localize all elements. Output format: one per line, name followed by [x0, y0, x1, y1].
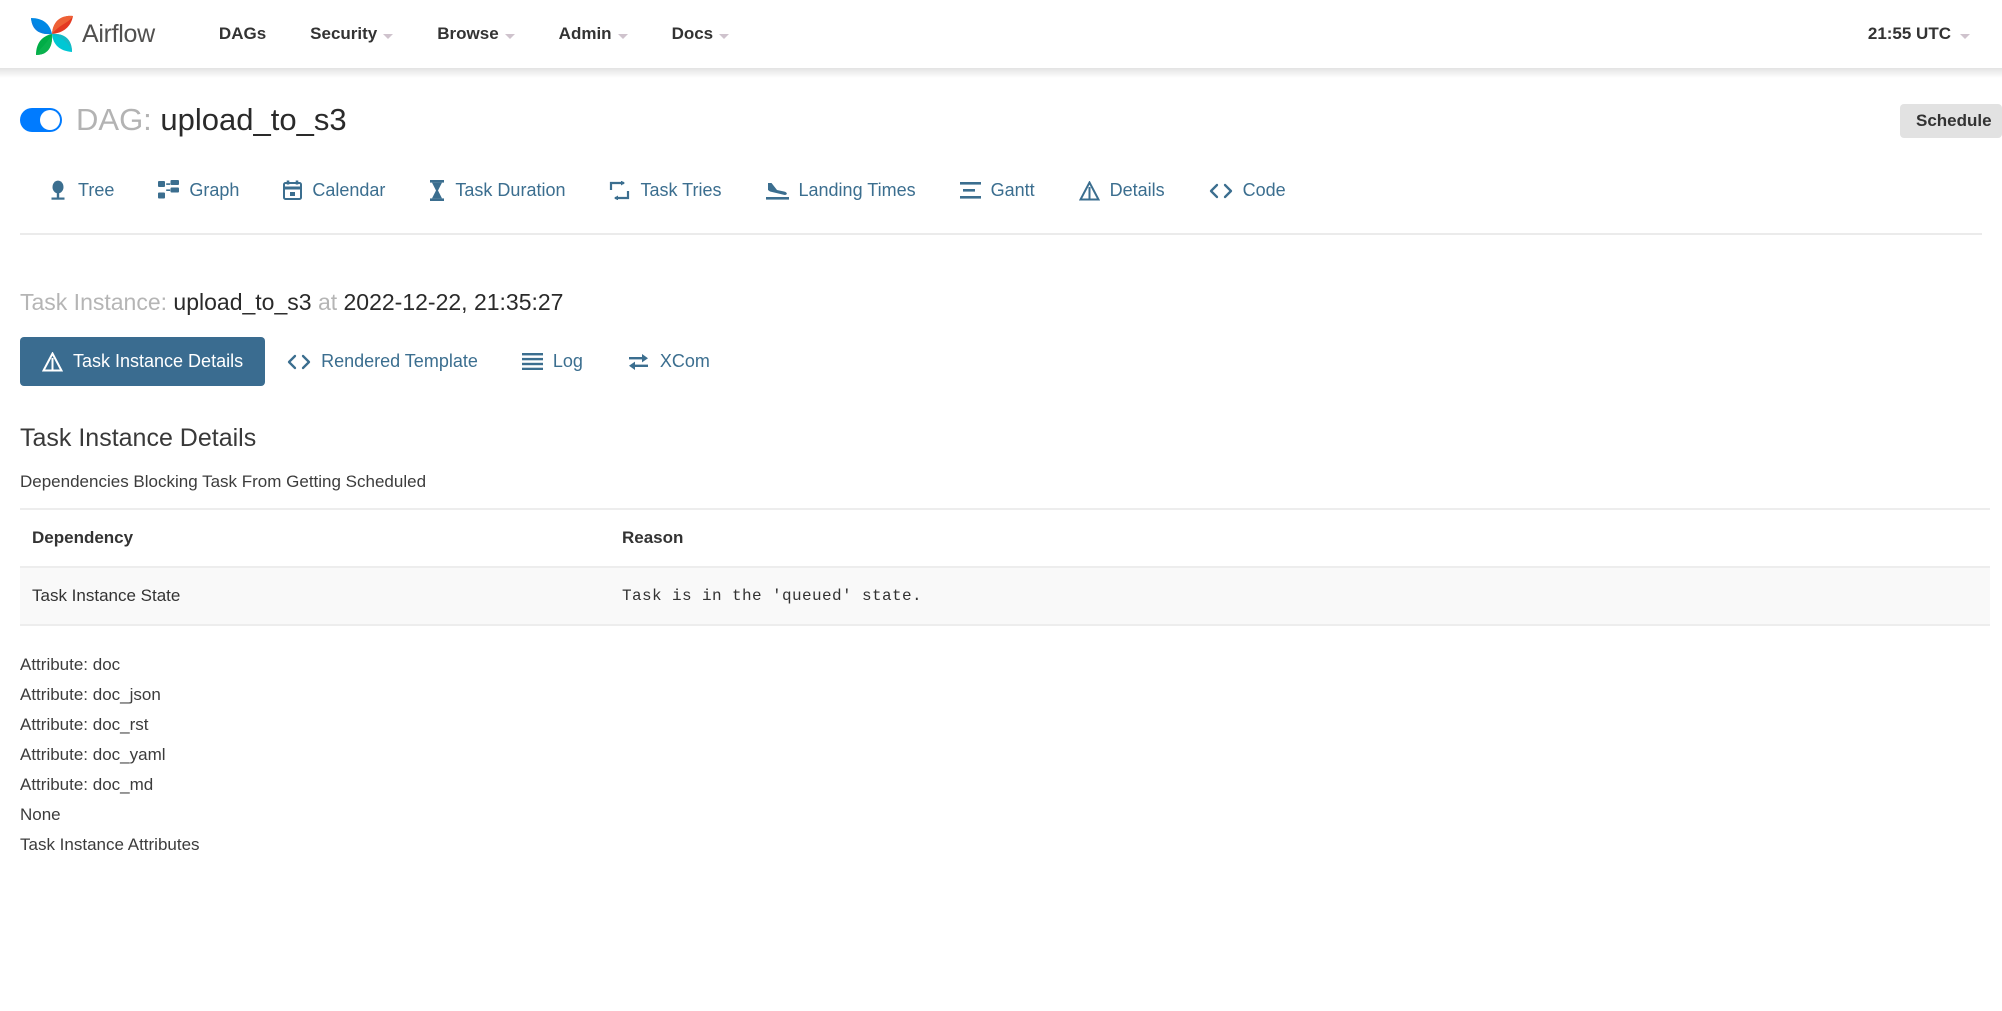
page-title: DAG: upload_to_s3: [76, 102, 347, 138]
section-subtitle: Dependencies Blocking Task From Getting …: [20, 472, 427, 491]
list-item: None: [20, 805, 61, 824]
align-left-bars-icon: [959, 181, 981, 200]
tab-tree[interactable]: Tree: [26, 170, 136, 211]
tab-label: Task Duration: [455, 180, 566, 200]
nav-links: DAGs Security Browse Admin Docs: [197, 14, 751, 54]
chevron-down-icon: [617, 33, 628, 39]
tab-label: Gantt: [990, 180, 1035, 200]
chevron-down-icon[interactable]: [1960, 33, 1970, 39]
tab-label: Tree: [78, 180, 115, 200]
task-instance-at: at: [317, 289, 338, 315]
cell-reason: Task is in the 'queued' state.: [610, 567, 1990, 626]
project-diagram-icon: [158, 180, 180, 201]
dependencies-table: Dependency Reason Task Instance State Ta…: [20, 508, 1990, 626]
chevron-down-icon: [719, 33, 730, 39]
table-header-row: Dependency Reason: [20, 508, 1990, 568]
nav-item-security[interactable]: Security: [288, 14, 415, 54]
nav-item-browse[interactable]: Browse: [415, 14, 536, 54]
tab-gantt[interactable]: Gantt: [938, 170, 1057, 211]
bars-icon: [521, 353, 543, 370]
cell-dependency: Task Instance State: [20, 567, 610, 626]
chevron-down-icon: [383, 33, 394, 39]
airflow-pinwheel-icon: [26, 9, 78, 59]
tab-label: Task Tries: [640, 180, 722, 200]
triangle-warning-icon: [42, 351, 63, 372]
page-content: DAG: upload_to_s3 Schedule Tree Graph Ca…: [0, 68, 2002, 860]
table-row: Task Instance State Task is in the 'queu…: [20, 567, 1990, 626]
utc-clock[interactable]: 21:55 UTC: [1868, 24, 1951, 44]
nav-item-dags[interactable]: DAGs: [197, 14, 288, 54]
task-instance-prefix: Task Instance:: [20, 289, 168, 315]
code-brackets-icon: [1209, 182, 1233, 200]
tab-task-instance-details[interactable]: Task Instance Details: [20, 337, 266, 386]
exchange-arrows-icon: [627, 353, 650, 371]
tab-details[interactable]: Details: [1057, 170, 1187, 211]
nav-item-label: Docs: [671, 24, 714, 43]
list-item: Attribute: doc_json: [20, 685, 161, 704]
chevron-down-icon: [504, 33, 515, 39]
dag-pause-toggle[interactable]: [20, 108, 62, 132]
tab-label: Rendered Template: [321, 351, 478, 371]
tab-label: Task Instance Details: [73, 351, 244, 371]
task-instance-timestamp: 2022-12-22, 21:35:27: [343, 289, 564, 315]
tab-rendered-template[interactable]: Rendered Template: [265, 337, 500, 386]
tab-label: Code: [1242, 180, 1286, 200]
nav-item-label: Browse: [437, 24, 499, 43]
dag-title-prefix: DAG:: [76, 102, 152, 137]
list-item: Attribute: doc_rst: [20, 715, 149, 734]
list-item: Task Instance Attributes: [20, 835, 200, 854]
tab-label: Landing Times: [798, 180, 916, 200]
tab-log[interactable]: Log: [500, 337, 605, 386]
hourglass-icon: [429, 180, 445, 201]
tab-code[interactable]: Code: [1187, 170, 1308, 211]
column-header-dependency: Dependency: [20, 508, 610, 568]
tab-xcom[interactable]: XCom: [605, 337, 732, 386]
calendar-icon: [283, 180, 303, 201]
task-instance-name: upload_to_s3: [173, 289, 312, 315]
retry-arrows-icon: [609, 181, 630, 200]
section-title: Task Instance Details: [20, 424, 257, 452]
toggle-knob: [40, 110, 60, 130]
tab-label: Details: [1109, 180, 1165, 200]
tab-label: Calendar: [312, 180, 386, 200]
task-instance-tabs: Task Instance Details Rendered Template: [20, 337, 1982, 386]
list-item: Attribute: doc_yaml: [20, 745, 166, 764]
nav-item-docs[interactable]: Docs: [650, 14, 752, 54]
tab-label: XCom: [659, 351, 710, 371]
tab-label: Log: [552, 351, 583, 371]
attribute-list: Attribute: doc Attribute: doc_json Attri…: [20, 650, 1982, 860]
nav-item-label: Admin: [558, 24, 612, 43]
schedule-badge[interactable]: Schedule: [1900, 104, 2002, 138]
brand-label: Airflow: [82, 19, 155, 48]
dag-name: upload_to_s3: [160, 102, 347, 137]
task-instance-header: Task Instance: upload_to_s3 at 2022-12-2…: [20, 289, 1982, 316]
nav-item-label: DAGs: [218, 24, 267, 43]
navbar-right: 21:55 UTC: [1868, 24, 1978, 44]
tab-task-tries[interactable]: Task Tries: [587, 170, 743, 211]
nav-item-admin[interactable]: Admin: [537, 14, 650, 54]
triangle-warning-icon: [1078, 180, 1100, 201]
tree-icon: [48, 180, 68, 201]
brand-home-link[interactable]: Airflow: [26, 9, 155, 59]
dag-tabs: Tree Graph Calendar Task Duration Task T…: [20, 170, 1982, 211]
top-navbar: Airflow DAGs Security Browse Admin Docs …: [0, 0, 2002, 78]
tab-calendar[interactable]: Calendar: [261, 170, 407, 211]
list-item: Attribute: doc: [20, 655, 121, 674]
tab-graph[interactable]: Graph: [136, 170, 261, 211]
tab-label: Graph: [189, 180, 240, 200]
code-brackets-icon: [287, 353, 311, 371]
list-item: Attribute: doc_md: [20, 775, 154, 794]
divider: [20, 233, 1982, 235]
plane-landing-icon: [765, 181, 789, 200]
tab-landing-times[interactable]: Landing Times: [744, 170, 938, 211]
nav-item-label: Security: [310, 24, 378, 43]
tab-task-duration[interactable]: Task Duration: [407, 170, 587, 211]
column-header-reason: Reason: [610, 508, 1990, 568]
dag-header: DAG: upload_to_s3 Schedule: [20, 68, 2002, 138]
